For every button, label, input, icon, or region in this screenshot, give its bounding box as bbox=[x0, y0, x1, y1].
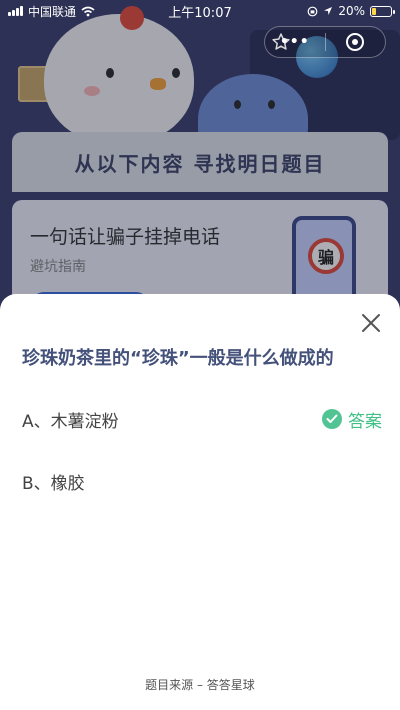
status-bar: 中国联通 上午10:07 20% bbox=[0, 0, 400, 22]
mascot-cheek-left bbox=[84, 86, 100, 96]
battery-icon bbox=[370, 5, 395, 17]
circle-close-icon bbox=[346, 33, 365, 51]
option-a[interactable]: A、木薯淀粉 答案 bbox=[22, 404, 382, 434]
no-scam-badge-text: 骗 bbox=[317, 248, 334, 267]
answer-tag: 答案 bbox=[322, 407, 382, 432]
search-banner: 从以下内容 寻找明日题目 bbox=[12, 132, 388, 192]
no-scam-badge: 骗 bbox=[308, 238, 344, 274]
banner-title: 从以下内容 寻找明日题目 bbox=[74, 151, 326, 176]
mascot-eye-left bbox=[106, 68, 114, 78]
option-b-label: B、橡胶 bbox=[22, 473, 85, 494]
more-button[interactable]: ••• bbox=[265, 27, 325, 57]
mascot-eye-right bbox=[172, 68, 180, 78]
check-circle-icon bbox=[322, 409, 342, 429]
mascot-beak bbox=[150, 78, 166, 90]
close-icon bbox=[362, 314, 380, 332]
more-dots-icon: ••• bbox=[279, 34, 310, 50]
option-a-label: A、木薯淀粉 bbox=[22, 411, 119, 432]
quiz-sheet: 珍珠奶茶里的“珍珠”一般是什么做成的 A、木薯淀粉 答案 B、橡胶 题目来源 –… bbox=[0, 294, 400, 710]
answer-tag-label: 答案 bbox=[348, 411, 382, 432]
feature-card-title: 一句话让骗子挂掉电话 bbox=[30, 226, 221, 248]
seal-eye-left bbox=[234, 100, 241, 109]
miniprogram-capsule: ••• bbox=[264, 26, 386, 58]
background-app: 中国联通 上午10:07 20% ••• 从以下内容 寻找明日题目 一句话让骗子… bbox=[0, 0, 400, 320]
feature-card-subtitle: 避坑指南 bbox=[30, 259, 86, 275]
status-time: 上午10:07 bbox=[168, 5, 232, 21]
seal-eye-right bbox=[268, 100, 275, 109]
option-b[interactable]: B、橡胶 bbox=[22, 466, 382, 496]
chicken-mascot bbox=[44, 14, 194, 144]
exit-miniprogram-button[interactable] bbox=[326, 27, 386, 57]
question-text: 珍珠奶茶里的“珍珠”一般是什么做成的 bbox=[22, 348, 334, 369]
close-sheet-button[interactable] bbox=[360, 312, 382, 334]
source-footer: 题目来源 – 答答星球 bbox=[145, 678, 255, 692]
